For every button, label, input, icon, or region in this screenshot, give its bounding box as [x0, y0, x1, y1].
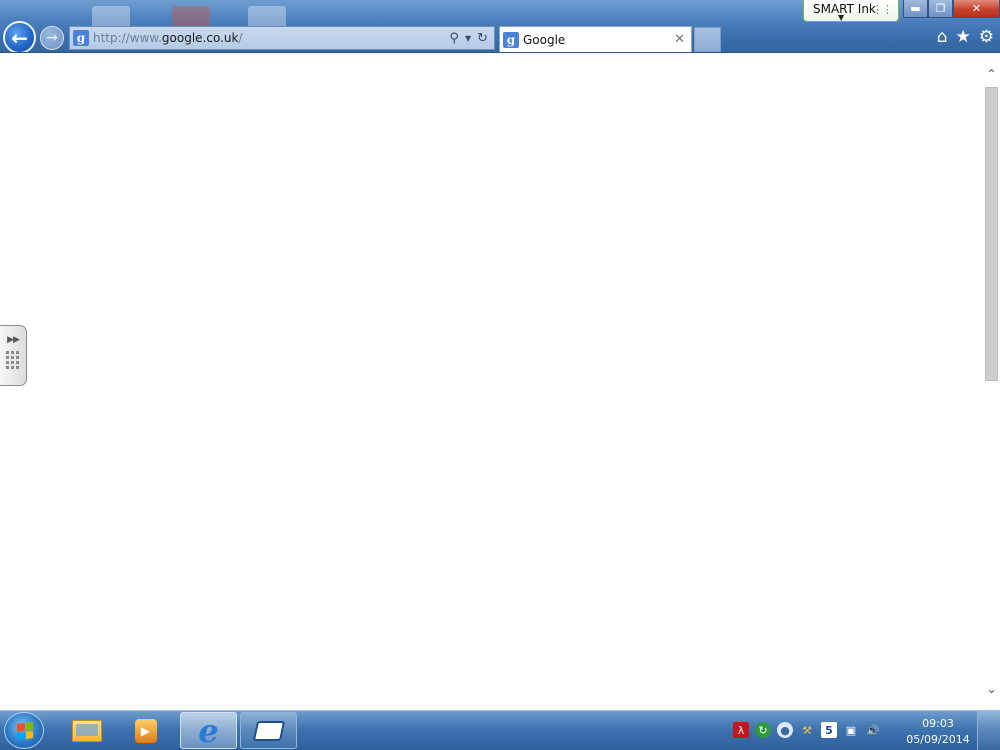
taskbar-explorer[interactable]: [58, 712, 115, 749]
settings-gear-icon[interactable]: ⚙: [979, 28, 994, 46]
favorites-star-icon[interactable]: ★: [956, 28, 971, 46]
sync-icon[interactable]: ↻: [755, 722, 771, 738]
google-favicon-icon: g: [503, 31, 519, 48]
adobe-reader-icon[interactable]: λ: [733, 722, 749, 738]
scroll-up-icon[interactable]: ⌃: [983, 65, 1000, 82]
html5-icon[interactable]: 5: [821, 722, 837, 738]
browser-chrome: ← → g http://www.google.co.uk/ ⚲ ▼ ↻ g G…: [0, 0, 1000, 53]
page-content[interactable]: [0, 53, 983, 710]
smart-side-toolbar-handle[interactable]: ▶▶: [0, 325, 27, 386]
restore-icon: ❐: [935, 2, 946, 15]
url-host: google.co.uk: [161, 31, 239, 45]
back-button[interactable]: ←: [3, 21, 36, 52]
folder-icon: [71, 719, 102, 742]
minimize-icon: ▬: [910, 2, 921, 15]
search-icon[interactable]: ⚲: [449, 31, 459, 46]
url-prefix: http://www.: [93, 31, 162, 45]
background-desktop-icon: [92, 6, 130, 28]
clock-date: 05/09/2014: [906, 733, 970, 746]
toolbar-icons: ⌂ ★ ⚙: [937, 28, 994, 46]
volume-icon[interactable]: 🔊: [865, 722, 881, 738]
taskbar-internet-explorer[interactable]: e: [180, 712, 237, 749]
network-icon[interactable]: ▣: [843, 722, 859, 738]
taskbar: ▶ e λ ↻ ● ⚒ 5 ▣ 🔊 09:03 05/09/2014: [0, 710, 1000, 750]
back-arrow-icon: ←: [11, 25, 28, 50]
grip-icon[interactable]: ⋮⋮: [872, 3, 893, 16]
system-clock[interactable]: 09:03 05/09/2014: [903, 716, 973, 748]
background-desktop-icon: [172, 6, 210, 28]
scroll-down-icon[interactable]: ⌄: [983, 680, 1000, 697]
refresh-icon[interactable]: ↻: [477, 31, 488, 46]
close-tab-icon[interactable]: ✕: [674, 32, 685, 47]
dropdown-arrow-icon[interactable]: ▼: [465, 34, 471, 43]
show-desktop-button[interactable]: [977, 711, 1000, 750]
google-favicon-icon: g: [73, 30, 89, 46]
smart-ink-label: SMART Ink: [813, 2, 876, 16]
minimize-button[interactable]: ▬: [903, 0, 928, 18]
tab-google[interactable]: g Google ✕: [499, 26, 692, 52]
close-window-button[interactable]: ✕: [953, 0, 1000, 18]
restore-button[interactable]: ❐: [928, 0, 953, 18]
url-suffix: /: [238, 31, 243, 45]
start-button[interactable]: [4, 712, 44, 749]
taskbar-media-player[interactable]: ▶: [117, 712, 174, 749]
vertical-scrollbar[interactable]: ⌃ ⌄: [983, 53, 1000, 710]
expand-arrows-icon: ▶▶: [7, 335, 20, 345]
grip-dots-icon: [6, 351, 20, 369]
new-tab-button[interactable]: [694, 27, 721, 52]
clock-time: 09:03: [922, 717, 954, 730]
smart-board-icon: [252, 720, 285, 741]
address-bar[interactable]: g http://www.google.co.uk/ ⚲ ▼ ↻: [69, 26, 495, 50]
home-icon[interactable]: ⌂: [937, 28, 948, 46]
disc-icon[interactable]: ●: [777, 722, 793, 738]
ie-icon: e: [198, 711, 219, 750]
tab-title: Google: [523, 32, 566, 47]
forward-arrow-icon: →: [46, 30, 58, 46]
background-desktop-icon: [248, 6, 286, 28]
smart-ink-toolbar[interactable]: SMART Ink ▼ ⋮⋮: [803, 0, 899, 22]
scrollbar-thumb[interactable]: [985, 87, 998, 381]
window-controls: ▬ ❐ ✕: [903, 0, 1000, 18]
media-player-icon: ▶: [134, 718, 157, 743]
windows-logo-icon: [17, 722, 33, 740]
forward-button[interactable]: →: [40, 26, 64, 50]
system-tray: λ ↻ ● ⚒ 5 ▣ 🔊: [733, 722, 881, 738]
close-icon: ✕: [971, 2, 982, 15]
taskbar-smart-notebook[interactable]: [240, 712, 297, 749]
network-tools-icon[interactable]: ⚒: [799, 722, 815, 738]
url-text[interactable]: http://www.google.co.uk/: [93, 31, 449, 45]
chevron-down-icon[interactable]: ▼: [838, 13, 844, 22]
